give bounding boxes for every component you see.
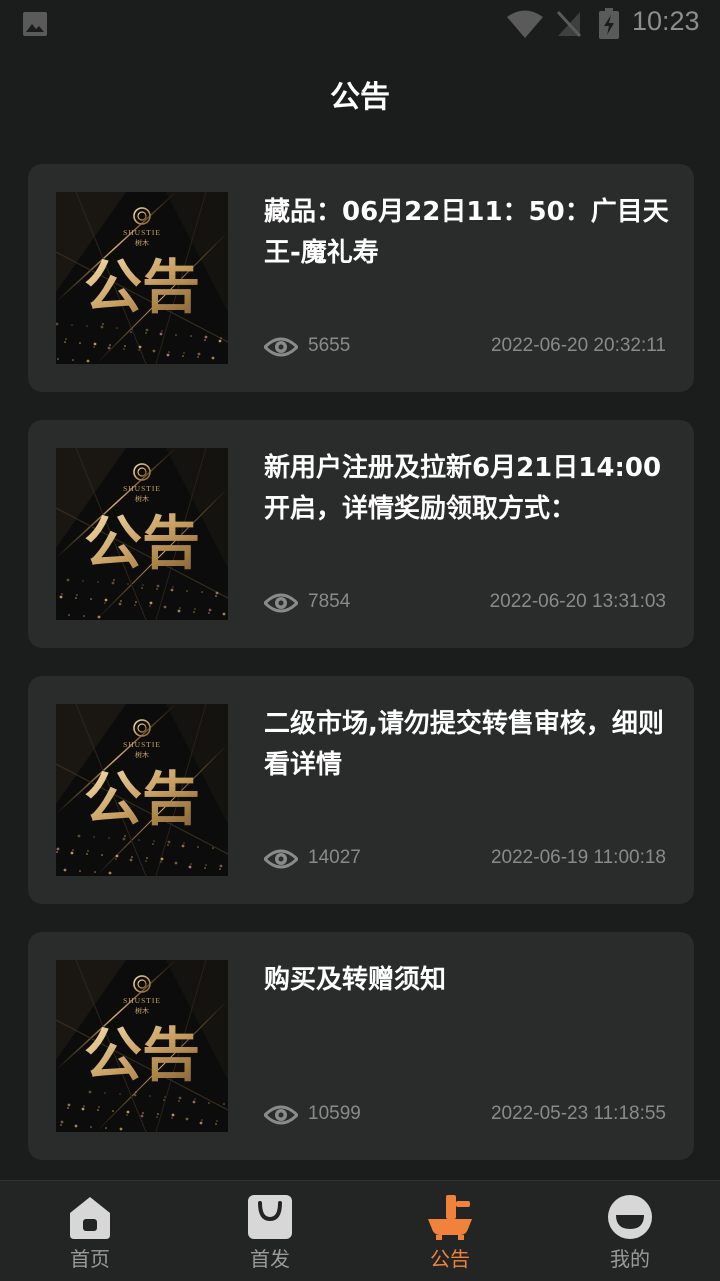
bag-icon bbox=[248, 1195, 292, 1239]
thumbnail-brand-cn: 树木 bbox=[135, 750, 149, 759]
thumbnail-brand: SHUSTIE bbox=[123, 484, 161, 493]
thumbnail-caption: 公告 bbox=[84, 253, 200, 321]
announcement-meta: 7854 2022-06-20 13:31:03 bbox=[264, 586, 666, 620]
nav-item-profile[interactable]: 我的 bbox=[540, 1181, 720, 1281]
announcement-meta: 5655 2022-06-20 20:32:11 bbox=[264, 330, 666, 364]
home-icon bbox=[70, 1197, 110, 1239]
nav-label-announcements: 公告 bbox=[430, 1247, 470, 1271]
thumbnail-brand-cn: 树木 bbox=[135, 1006, 149, 1015]
bottom-nav: 首页 首发 公告 我的 bbox=[0, 1180, 720, 1281]
thumbnail-brand: SHUSTIE bbox=[123, 996, 161, 1005]
announcement-title: 二级市场,请勿提交转售审核，细则看详情 bbox=[264, 709, 664, 780]
view-count: 14027 bbox=[308, 847, 361, 868]
publish-date: 2022-06-20 13:31:03 bbox=[489, 591, 666, 612]
announcement-card[interactable]: SHUSTIE 树木 公告 藏品：06月22日11：50：广目天王-魔礼寿 56… bbox=[28, 164, 694, 392]
announcement-card[interactable]: SHUSTIE 树木 公告 购买及转赠须知 10599 2022-05-23 1… bbox=[28, 932, 694, 1160]
publish-date: 2022-05-23 11:18:55 bbox=[490, 1103, 666, 1124]
view-count: 7854 bbox=[308, 591, 351, 612]
status-time: 10:23 bbox=[632, 6, 700, 36]
thumbnail-caption: 公告 bbox=[84, 1021, 200, 1089]
eye-icon bbox=[264, 1105, 298, 1125]
nav-label-home: 首页 bbox=[70, 1247, 110, 1271]
thumbnail-caption: 公告 bbox=[84, 509, 200, 577]
announcement-card[interactable]: SHUSTIE 树木 公告 新用户注册及拉新6月21日14:00开启，详情奖励领… bbox=[28, 420, 694, 648]
thumbnail-brand: SHUSTIE bbox=[123, 740, 161, 749]
announcement-title: 新用户注册及拉新6月21日14:00开启，详情奖励领取方式： bbox=[264, 453, 662, 524]
nav-label-first-release: 首发 bbox=[250, 1247, 290, 1271]
nav-item-home[interactable]: 首页 bbox=[0, 1181, 180, 1281]
nav-label-profile: 我的 bbox=[610, 1247, 650, 1271]
thumbnail-brand-cn: 树木 bbox=[135, 494, 149, 503]
profile-icon bbox=[608, 1195, 652, 1239]
announcement-thumbnail: SHUSTIE 树木 公告 bbox=[56, 960, 228, 1132]
announcement-thumbnail: SHUSTIE 树木 公告 bbox=[56, 192, 228, 364]
wifi-icon bbox=[507, 10, 543, 38]
announcement-title: 藏品：06月22日11：50：广目天王-魔礼寿 bbox=[264, 197, 669, 268]
announcement-icon bbox=[428, 1195, 472, 1240]
eye-icon bbox=[264, 337, 298, 357]
publish-date: 2022-06-20 20:32:11 bbox=[490, 335, 666, 356]
nav-item-first-release[interactable]: 首发 bbox=[180, 1181, 360, 1281]
announcement-meta: 14027 2022-06-19 11:00:18 bbox=[264, 842, 666, 876]
status-bar: 10:23 bbox=[0, 0, 720, 50]
announcement-title: 购买及转赠须知 bbox=[264, 965, 447, 995]
thumbnail-brand: SHUSTIE bbox=[123, 228, 161, 237]
publish-date: 2022-06-19 11:00:18 bbox=[490, 847, 666, 868]
eye-icon bbox=[264, 849, 298, 869]
page-title: 公告 bbox=[330, 80, 390, 115]
thumbnail-caption: 公告 bbox=[84, 765, 200, 833]
announcement-card[interactable]: SHUSTIE 树木 公告 二级市场,请勿提交转售审核，细则看详情 14027 … bbox=[28, 676, 694, 904]
announcement-thumbnail: SHUSTIE 树木 公告 bbox=[56, 704, 228, 876]
signal-icon bbox=[556, 10, 582, 38]
eye-icon bbox=[264, 593, 298, 613]
nav-item-announcements[interactable]: 公告 bbox=[360, 1181, 540, 1281]
battery-icon bbox=[599, 8, 619, 39]
announcement-thumbnail: SHUSTIE 树木 公告 bbox=[56, 448, 228, 620]
view-count: 10599 bbox=[308, 1103, 361, 1124]
gallery-icon bbox=[23, 12, 47, 36]
announcement-meta: 10599 2022-05-23 11:18:55 bbox=[264, 1098, 666, 1132]
thumbnail-brand-cn: 树木 bbox=[135, 238, 149, 247]
view-count: 5655 bbox=[308, 335, 351, 356]
